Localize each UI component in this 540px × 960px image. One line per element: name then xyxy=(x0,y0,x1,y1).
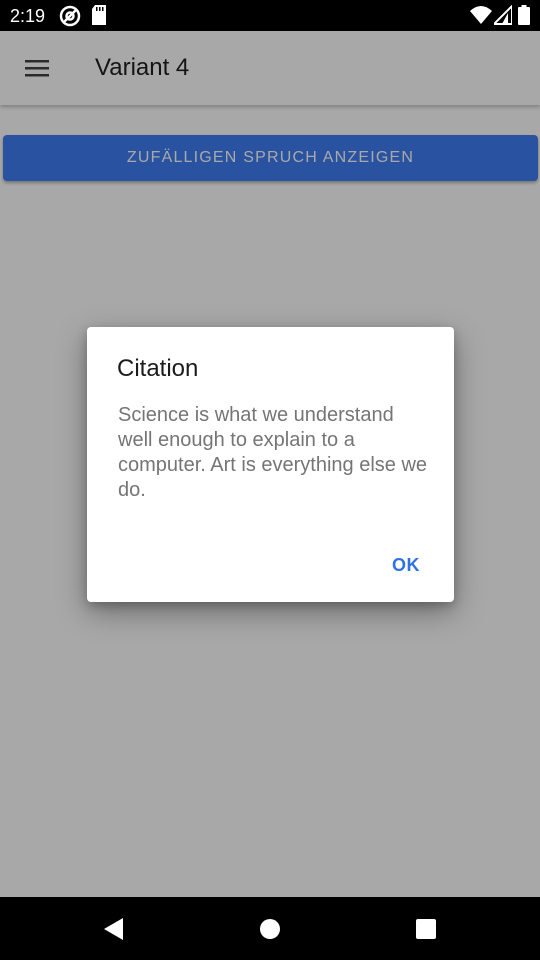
navigation-bar xyxy=(0,897,540,960)
sd-card-icon xyxy=(92,5,106,30)
battery-icon xyxy=(518,5,530,30)
recents-icon[interactable] xyxy=(414,916,438,947)
status-time: 2:19 xyxy=(10,6,46,26)
at-sign-icon xyxy=(59,5,81,32)
dialog-message: Science is what we understand well enoug… xyxy=(118,404,428,501)
home-icon[interactable] xyxy=(258,916,282,947)
ok-button[interactable]: OK xyxy=(392,553,420,577)
wifi-icon xyxy=(470,5,492,30)
signal-icon xyxy=(491,3,513,30)
back-icon[interactable] xyxy=(101,916,125,947)
app-content: Variant 4 ZUFÄLLIGEN SPRUCH ANZEIGEN Cit… xyxy=(0,31,540,897)
citation-dialog: Citation Science is what we understand w… xyxy=(87,327,454,602)
dialog-title: Citation xyxy=(117,355,199,382)
status-bar: 2:19 xyxy=(0,0,540,31)
